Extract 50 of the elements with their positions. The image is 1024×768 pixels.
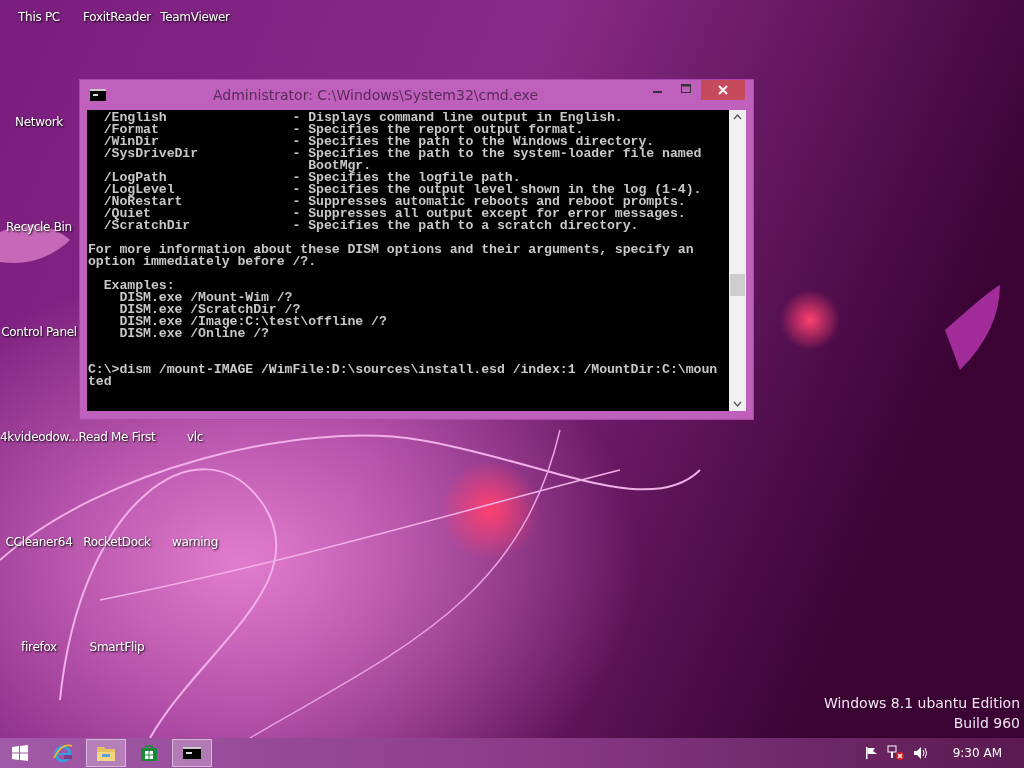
window-title: Administrator: C:\Windows\System32\cmd.exe	[212, 87, 539, 103]
console-line: /LogPath - Specifies the logfile path.	[102, 172, 521, 184]
console-line: DISM.exe /Online /?	[118, 328, 269, 340]
scrollbar[interactable]	[729, 110, 746, 411]
desktop-icon-label[interactable]: CCleaner64	[0, 534, 78, 551]
console-line: /Format - Specifies the report output format.	[102, 124, 584, 136]
console-line: option immediately before /?.	[88, 256, 318, 268]
console-line: ted	[88, 376, 113, 388]
console-line: C:\>dism /mount-IMAGE /WimFile:D:\sources\install.esd /index:1 /MountDir:C:\moun	[88, 364, 719, 376]
console-line: Examples:	[102, 280, 175, 292]
close-button[interactable]	[701, 80, 745, 100]
edition-text: Windows 8.1 ubantu Edition	[823, 694, 1020, 712]
store-bag-icon	[140, 744, 158, 762]
flag-icon[interactable]	[864, 746, 879, 760]
desktop-icon-label[interactable]: vlc	[156, 429, 234, 446]
console-line: /NoRestart - Suppresses automatic reboots and reboot prompts.	[102, 196, 686, 208]
desktop-icon-label[interactable]: Network	[0, 114, 78, 131]
windows-logo-icon	[12, 745, 28, 761]
desktop-icon-label[interactable]: firefox	[0, 639, 78, 656]
desktop-icon-label[interactable]: TeamViewer	[156, 9, 234, 26]
console-line: DISM.exe /ScratchDir /?	[118, 304, 301, 316]
console-line: /Quiet - Suppresses all output except for error messages.	[102, 208, 687, 220]
taskbar-item[interactable]	[172, 739, 212, 767]
build-text: Build 960	[953, 714, 1020, 732]
console-line: /LogLevel - Specifies the output level shown in the log (1-4).	[102, 184, 703, 196]
volume-icon[interactable]	[912, 746, 929, 760]
browser-e-icon	[52, 742, 74, 764]
console-icon	[183, 747, 201, 759]
desktop-icon-label[interactable]: FoxitReader	[78, 9, 156, 26]
desktop-icon-label[interactable]: Control Panel	[0, 324, 78, 341]
console-icon	[90, 89, 106, 101]
desktop-icon-label[interactable]: 4kvideodow...	[0, 429, 78, 446]
console-line: /ScratchDir - Specifies the path to a scratch directory.	[102, 220, 639, 232]
folder-icon	[96, 744, 116, 762]
clock-time[interactable]: 9:30 AM	[952, 746, 1002, 760]
desktop-icon-label[interactable]: SmartFlip	[78, 639, 156, 656]
console-line: BootMgr.	[307, 160, 372, 172]
desktop-icon-label[interactable]: warning	[156, 534, 234, 551]
console-line: DISM.exe /Image:C:\test\offline /?	[118, 316, 388, 328]
console-line: /SysDriveDir - Specifies the path to the system-loader file named	[102, 148, 703, 160]
console-line: /WinDir - Specifies the path to the Windows directory.	[102, 136, 656, 148]
desktop-icon-label[interactable]: Recycle Bin	[0, 219, 78, 236]
console-line: DISM.exe /Mount-Wim /?	[119, 292, 293, 304]
desktop-icon-label[interactable]: Read Me First	[78, 429, 156, 446]
desktop-icon-label[interactable]: This PC	[0, 9, 78, 26]
network-error-icon[interactable]	[886, 745, 905, 761]
console-line: For more information about these DISM options and their arguments, specify an	[88, 244, 695, 256]
desktop-icon-label[interactable]: RocketDock	[78, 534, 156, 551]
scroll-thumb[interactable]	[730, 274, 745, 296]
console-line: /English - Displays command line output in English.	[102, 112, 624, 124]
